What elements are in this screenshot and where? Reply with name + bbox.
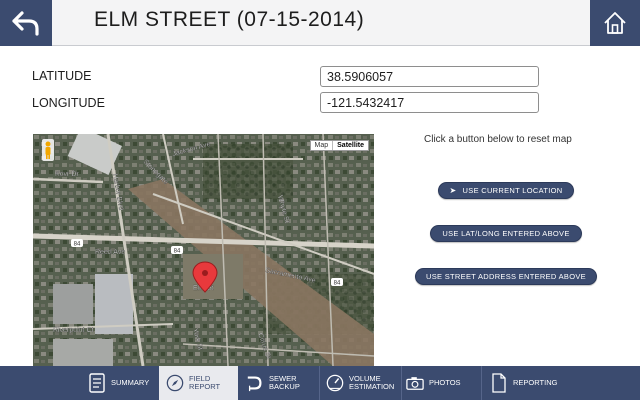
street-label: Reed Ave [95, 249, 125, 256]
sewer-icon [246, 373, 264, 393]
tab-reporting-label: REPORTING [513, 378, 558, 387]
tab-summary-label: SUMMARY [111, 378, 150, 387]
use-street-address-button[interactable]: USE STREET ADDRESS ENTERED ABOVE [415, 268, 597, 285]
use-current-location-button[interactable]: ➤ USE CURRENT LOCATION [438, 182, 574, 199]
tab-photos-label: PHOTOS [429, 378, 461, 387]
back-button[interactable] [0, 0, 52, 46]
longitude-input[interactable] [320, 92, 539, 113]
back-arrow-icon [12, 11, 39, 36]
reset-map-hint: Click a button below to reset map [424, 134, 572, 145]
tab-volume-estimation[interactable]: VOLUME ESTIMATION [322, 366, 400, 400]
svg-text:84: 84 [174, 249, 181, 255]
street-label: Kovr Dr [55, 171, 79, 178]
svg-text:84: 84 [74, 242, 81, 248]
summary-icon [88, 373, 106, 393]
document-icon [490, 373, 508, 393]
map-imagery: 84 84 84 Kovr Dr Harbor Blvd Stonegate J… [33, 134, 374, 366]
use-latlong-button[interactable]: USE LAT/LONG ENTERED ABOVE [430, 225, 582, 242]
tab-reporting[interactable]: REPORTING [484, 366, 564, 400]
tab-sewer-backup[interactable]: SEWER BACKUP [240, 366, 318, 400]
navigation-arrow-icon: ➤ [449, 186, 457, 195]
bottom-tab-bar: SUMMARY FIELD REPORT SEWER BACKUP VOLUME… [0, 366, 640, 400]
map-type-map[interactable]: Map [311, 141, 333, 150]
map-type-toggle: Map Satellite [309, 140, 369, 151]
home-button[interactable] [590, 0, 640, 46]
camera-icon [406, 373, 424, 393]
route-badge: 84 [171, 246, 183, 255]
home-icon [604, 12, 626, 34]
latitude-input[interactable] [320, 66, 539, 87]
route-badge: 84 [71, 239, 83, 248]
svg-text:84: 84 [334, 281, 341, 287]
app-header: ELM STREET (07-15-2014) [0, 0, 640, 46]
longitude-label: LONGITUDE [32, 96, 105, 110]
tab-volume-estimation-label: VOLUME ESTIMATION [349, 375, 394, 391]
tab-photos[interactable]: PHOTOS [404, 366, 480, 400]
use-street-address-label: USE STREET ADDRESS ENTERED ABOVE [426, 272, 586, 281]
tab-volume-estimation-line2: ESTIMATION [349, 382, 395, 391]
compass-icon [166, 373, 184, 393]
latitude-label: LATITUDE [32, 69, 92, 83]
map-type-satellite[interactable]: Satellite [332, 141, 368, 150]
page-title: ELM STREET (07-15-2014) [94, 8, 365, 31]
gauge-icon [326, 373, 344, 393]
tab-divider [401, 366, 402, 400]
tab-divider [481, 366, 482, 400]
tab-field-report[interactable]: FIELD REPORT [159, 366, 238, 400]
street-label: Riverpoint Ct [53, 327, 94, 334]
tab-summary[interactable]: SUMMARY [82, 366, 158, 400]
tab-sewer-backup-label: SEWER BACKUP [269, 375, 300, 391]
tab-sewer-backup-line2: BACKUP [269, 382, 300, 391]
tab-field-report-label: FIELD REPORT [189, 375, 220, 391]
tab-field-report-line2: REPORT [189, 382, 221, 391]
route-badge: 84 [331, 278, 343, 287]
use-latlong-label: USE LAT/LONG ENTERED ABOVE [442, 229, 570, 238]
use-current-location-label: USE CURRENT LOCATION [462, 186, 563, 195]
pegman-icon[interactable] [42, 139, 54, 161]
satellite-map[interactable]: 84 84 84 Kovr Dr Harbor Blvd Stonegate J… [33, 134, 374, 366]
tab-divider [319, 366, 320, 400]
